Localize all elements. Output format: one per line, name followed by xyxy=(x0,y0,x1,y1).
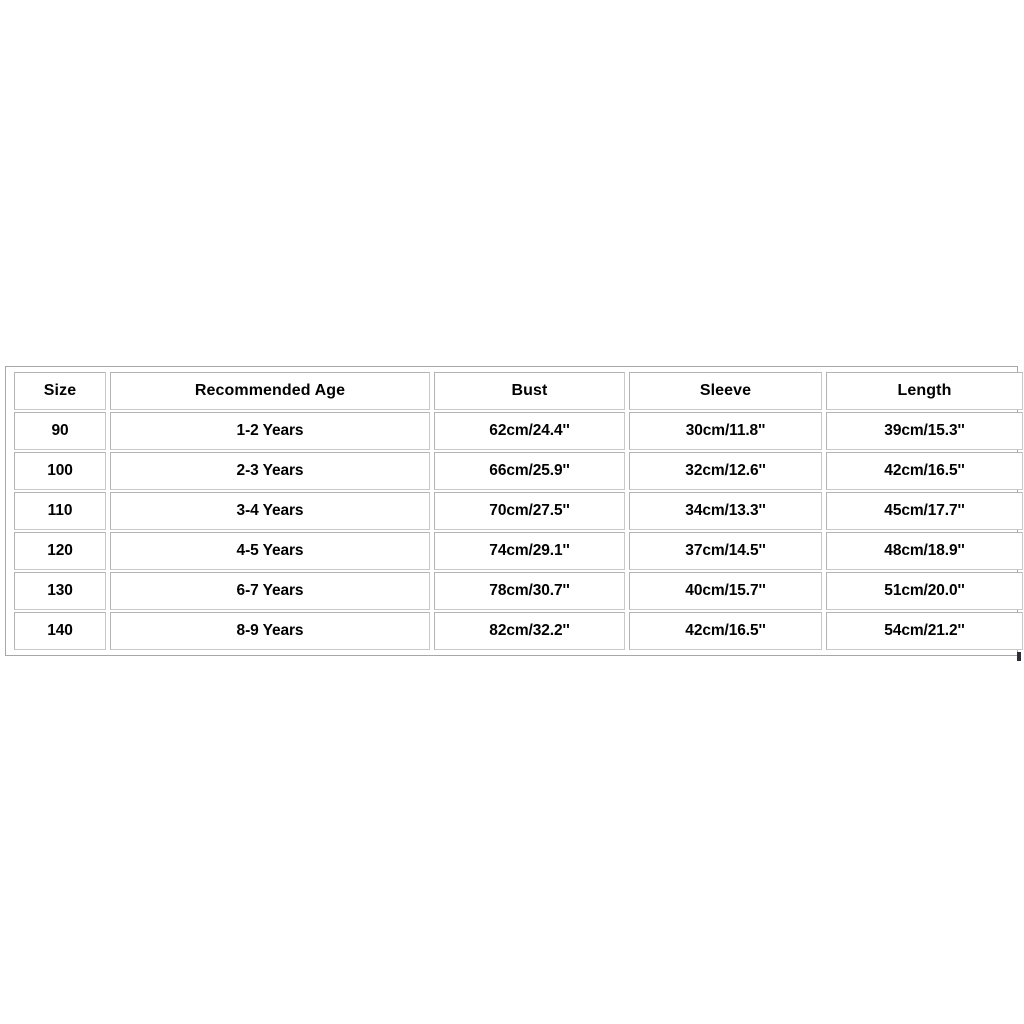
cell-length: 48cm/18.9'' xyxy=(826,532,1023,570)
cell-age: 8-9 Years xyxy=(110,612,430,650)
table-body: Size Recommended Age Bust Sleeve Length … xyxy=(14,372,1023,650)
table-row: 110 3-4 Years 70cm/27.5'' 34cm/13.3'' 45… xyxy=(14,492,1023,530)
cell-sleeve: 37cm/14.5'' xyxy=(629,532,822,570)
cell-age: 1-2 Years xyxy=(110,412,430,450)
cell-age: 3-4 Years xyxy=(110,492,430,530)
column-header-size: Size xyxy=(14,372,106,410)
cell-size: 100 xyxy=(14,452,106,490)
column-header-age: Recommended Age xyxy=(110,372,430,410)
cell-size: 110 xyxy=(14,492,106,530)
cell-sleeve: 40cm/15.7'' xyxy=(629,572,822,610)
cell-age: 4-5 Years xyxy=(110,532,430,570)
cell-bust: 62cm/24.4'' xyxy=(434,412,625,450)
cell-size: 90 xyxy=(14,412,106,450)
cell-length: 45cm/17.7'' xyxy=(826,492,1023,530)
cell-length: 42cm/16.5'' xyxy=(826,452,1023,490)
size-chart-table: Size Recommended Age Bust Sleeve Length … xyxy=(5,366,1023,656)
cell-bust: 78cm/30.7'' xyxy=(434,572,625,610)
cell-length: 54cm/21.2'' xyxy=(826,612,1023,650)
cell-length: 51cm/20.0'' xyxy=(826,572,1023,610)
measurement-table: Size Recommended Age Bust Sleeve Length … xyxy=(10,370,1024,652)
cell-age: 2-3 Years xyxy=(110,452,430,490)
table-row: 90 1-2 Years 62cm/24.4'' 30cm/11.8'' 39c… xyxy=(14,412,1023,450)
cell-bust: 66cm/25.9'' xyxy=(434,452,625,490)
cell-sleeve: 30cm/11.8'' xyxy=(629,412,822,450)
column-header-length: Length xyxy=(826,372,1023,410)
cell-bust: 70cm/27.5'' xyxy=(434,492,625,530)
cell-sleeve: 42cm/16.5'' xyxy=(629,612,822,650)
table-row: 100 2-3 Years 66cm/25.9'' 32cm/12.6'' 42… xyxy=(14,452,1023,490)
corner-artifact-mark xyxy=(1017,652,1021,661)
column-header-bust: Bust xyxy=(434,372,625,410)
cell-size: 130 xyxy=(14,572,106,610)
cell-sleeve: 32cm/12.6'' xyxy=(629,452,822,490)
cell-size: 140 xyxy=(14,612,106,650)
cell-length: 39cm/15.3'' xyxy=(826,412,1023,450)
cell-bust: 74cm/29.1'' xyxy=(434,532,625,570)
cell-age: 6-7 Years xyxy=(110,572,430,610)
column-header-sleeve: Sleeve xyxy=(629,372,822,410)
table-row: 130 6-7 Years 78cm/30.7'' 40cm/15.7'' 51… xyxy=(14,572,1023,610)
cell-size: 120 xyxy=(14,532,106,570)
table-row: 120 4-5 Years 74cm/29.1'' 37cm/14.5'' 48… xyxy=(14,532,1023,570)
cell-bust: 82cm/32.2'' xyxy=(434,612,625,650)
table-row: 140 8-9 Years 82cm/32.2'' 42cm/16.5'' 54… xyxy=(14,612,1023,650)
cell-sleeve: 34cm/13.3'' xyxy=(629,492,822,530)
table-header-row: Size Recommended Age Bust Sleeve Length xyxy=(14,372,1023,410)
